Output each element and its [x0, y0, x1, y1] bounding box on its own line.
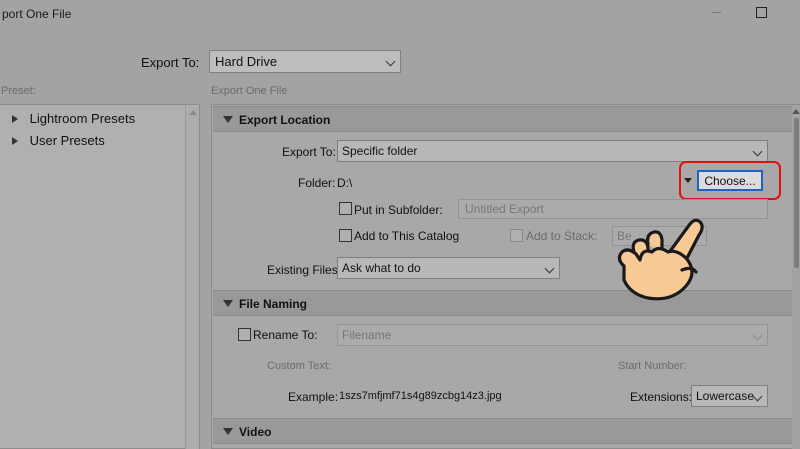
collapse-arrow-icon[interactable]	[223, 300, 233, 307]
scroll-up-icon[interactable]	[792, 109, 800, 114]
expand-arrow-icon[interactable]	[12, 137, 18, 145]
export-to-value: Hard Drive	[215, 54, 278, 69]
chevron-down-icon	[544, 263, 555, 274]
rename-template-value: Filename	[342, 328, 392, 342]
location-export-to-value: Specific folder	[342, 144, 418, 158]
preset-item-label: Lightroom Presets	[29, 111, 136, 126]
export-to-select[interactable]: Hard Drive	[209, 50, 401, 73]
add-to-stack-checkbox[interactable]	[510, 229, 523, 242]
preset-item-user[interactable]: User Presets	[12, 133, 105, 148]
expand-arrow-icon[interactable]	[12, 115, 18, 123]
folder-path: D:\	[337, 176, 353, 190]
existing-files-label: Existing Files:	[267, 263, 342, 277]
add-to-catalog-label: Add to This Catalog	[354, 229, 460, 243]
example-filename: 1szs7mfjmf71s4g89zcbg14z3.jpg	[339, 390, 502, 402]
maximize-icon[interactable]	[756, 7, 767, 18]
preset-item-lightroom[interactable]: Lightroom Presets	[12, 111, 135, 126]
subfolder-label: Put in Subfolder:	[354, 203, 443, 217]
preset-item-label: User Presets	[29, 133, 105, 148]
section-export-location[interactable]: Export Location	[213, 106, 792, 132]
location-export-to-select[interactable]: Specific folder	[337, 140, 768, 162]
settings-scrollbar[interactable]	[792, 106, 800, 449]
add-to-stack-label: Add to Stack:	[526, 229, 598, 243]
start-number-label: Start Number:	[618, 360, 687, 372]
location-export-to-label: Export To:	[282, 145, 336, 159]
section-video[interactable]: Video	[213, 418, 792, 444]
section-title: Video	[239, 425, 272, 439]
settings-label: Export One File	[211, 85, 288, 97]
preset-label: Preset:	[1, 85, 36, 97]
example-label: Example:	[288, 390, 339, 404]
collapse-arrow-icon[interactable]	[223, 116, 233, 123]
subfolder-checkbox[interactable]	[339, 202, 352, 215]
preset-scrollbar[interactable]	[185, 106, 199, 449]
rename-template-select[interactable]: Filename	[337, 324, 768, 346]
collapse-arrow-icon[interactable]	[223, 428, 233, 435]
extensions-label: Extensions:	[630, 390, 693, 404]
highlight-annotation	[679, 161, 781, 200]
custom-text-label: Custom Text:	[267, 360, 331, 372]
scroll-up-icon[interactable]	[189, 110, 197, 115]
add-to-catalog-checkbox[interactable]	[339, 229, 352, 242]
extensions-select[interactable]: Lowercase	[691, 385, 768, 407]
section-title: Export Location	[239, 113, 331, 127]
chevron-down-icon	[752, 330, 763, 341]
export-to-label: Export To:	[141, 55, 200, 70]
minimize-icon[interactable]	[712, 3, 722, 13]
existing-files-value: Ask what to do	[342, 261, 421, 275]
chevron-down-icon	[752, 391, 763, 402]
existing-files-select[interactable]: Ask what to do	[337, 257, 560, 279]
chevron-down-icon	[385, 56, 396, 67]
section-title: File Naming	[239, 297, 308, 311]
extensions-value: Lowercase	[696, 389, 755, 403]
folder-label: Folder:	[298, 176, 336, 190]
window-title: port One File	[2, 7, 72, 21]
chevron-down-icon	[752, 146, 763, 157]
rename-label: Rename To:	[253, 328, 318, 342]
rename-checkbox[interactable]	[238, 328, 251, 341]
preset-panel	[0, 104, 200, 449]
scroll-thumb[interactable]	[794, 118, 799, 268]
pointing-hand-icon	[617, 218, 704, 301]
